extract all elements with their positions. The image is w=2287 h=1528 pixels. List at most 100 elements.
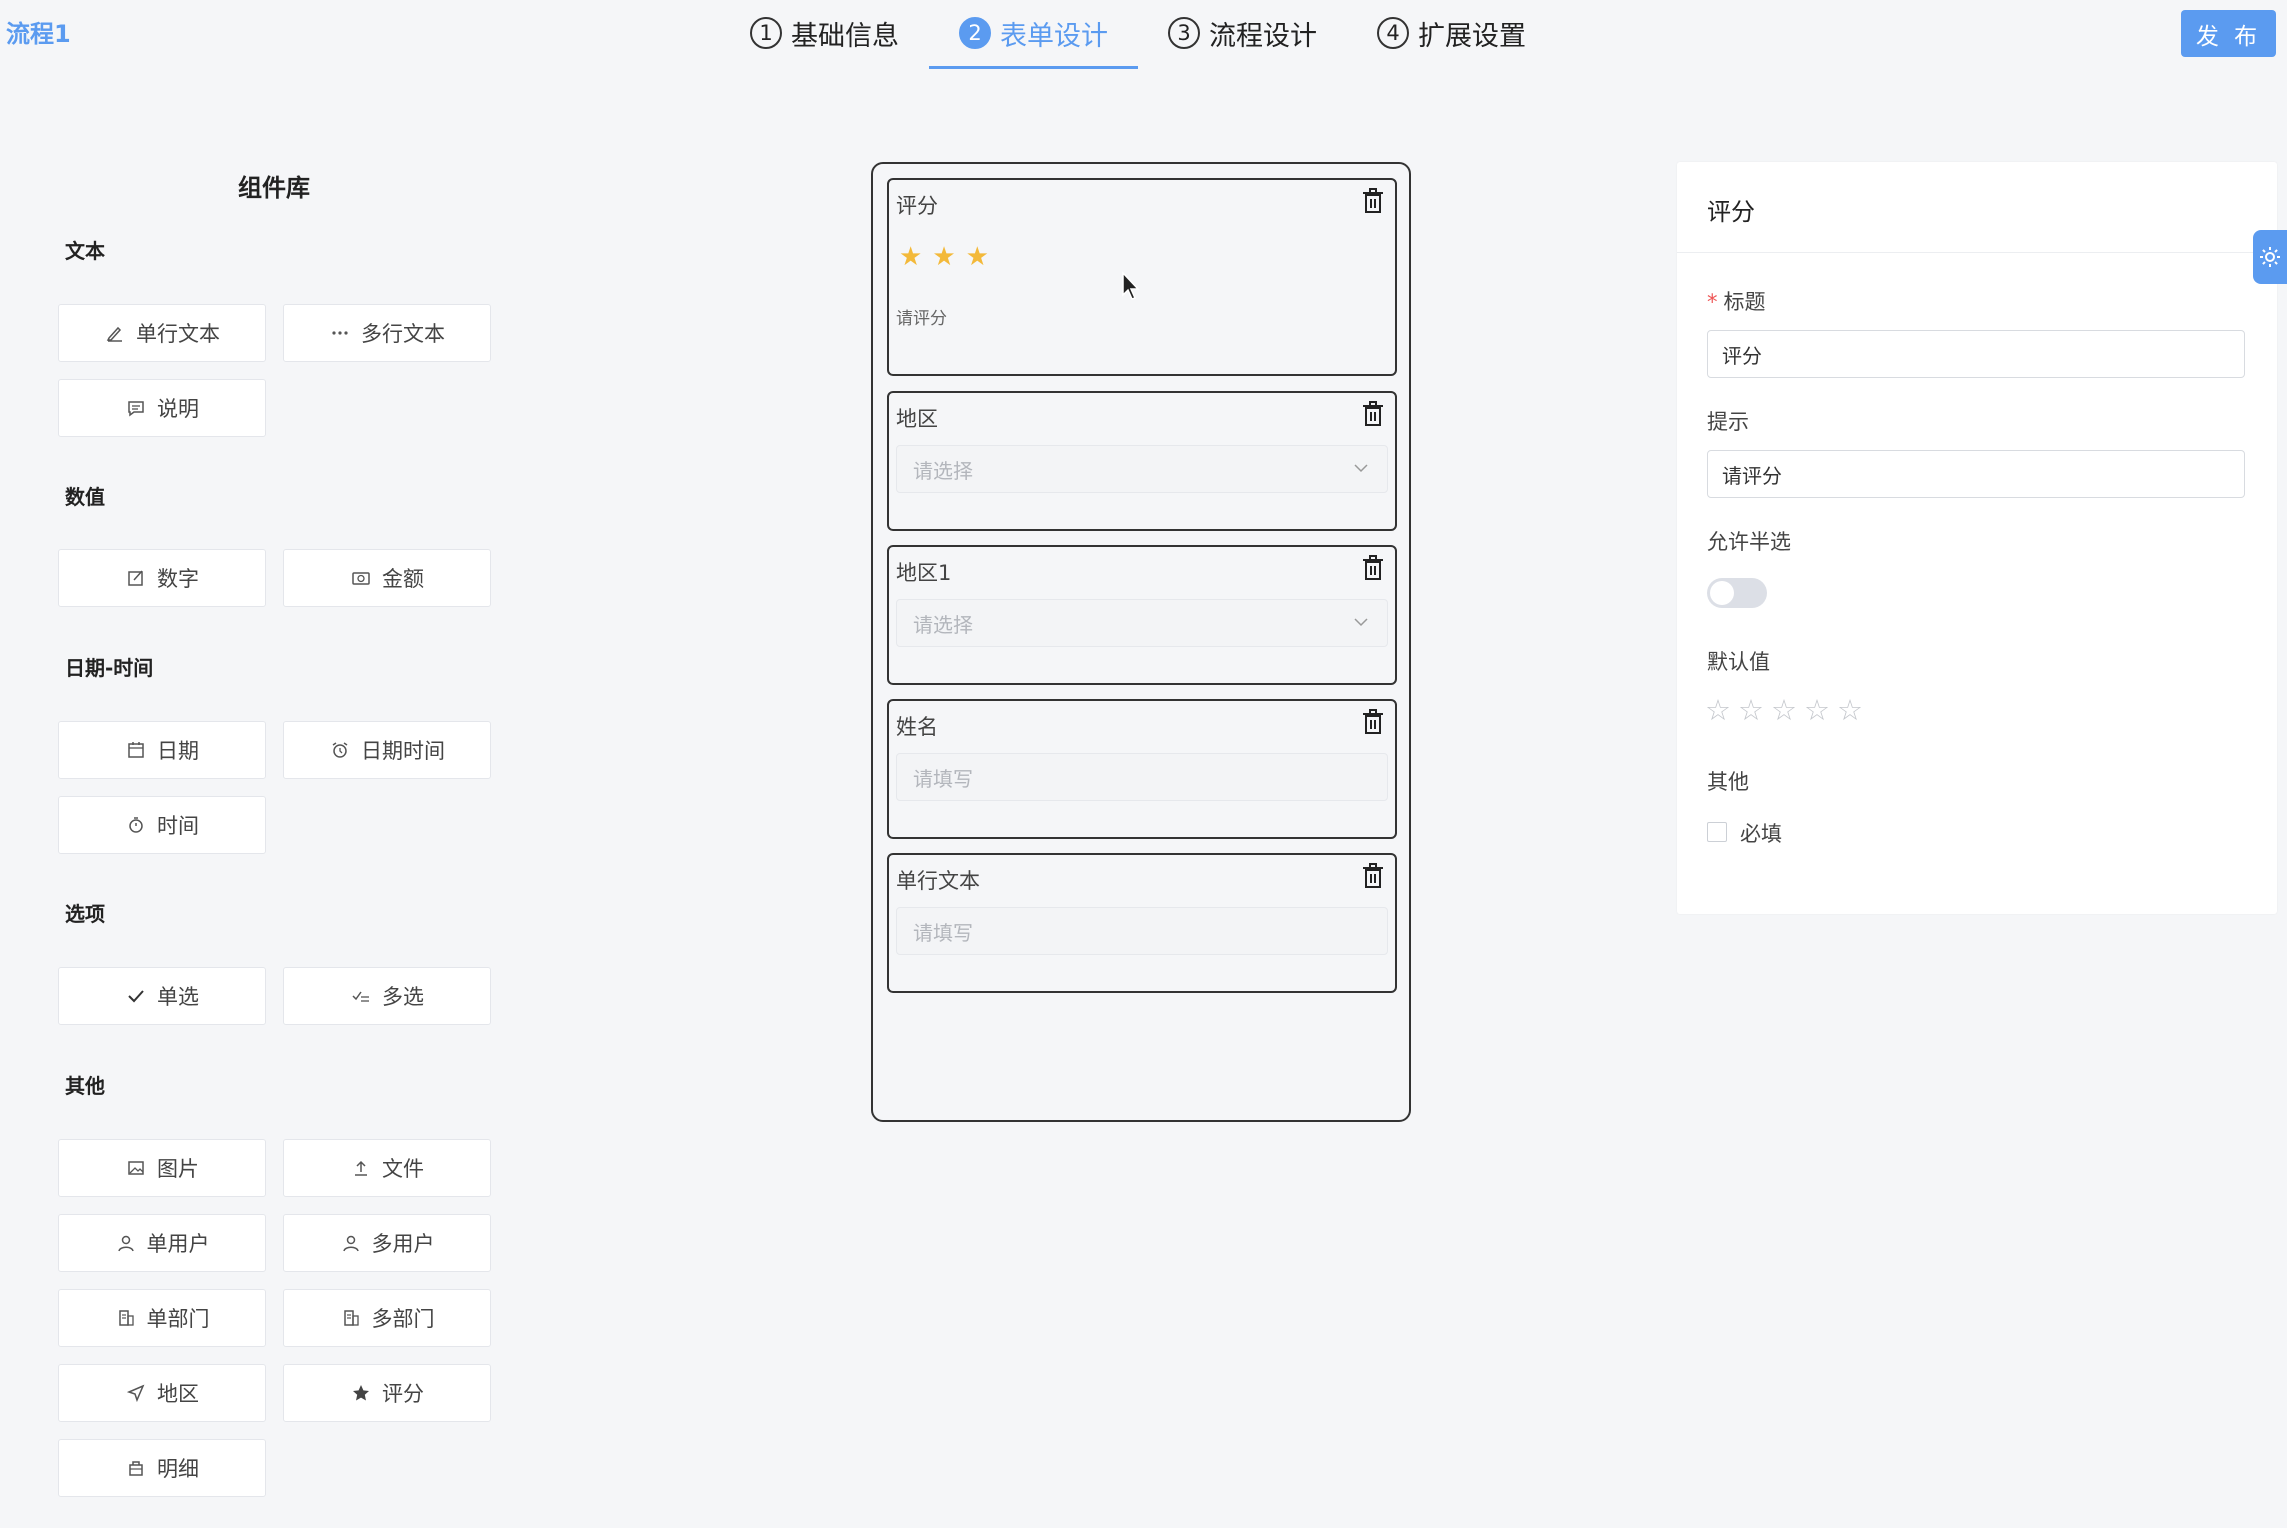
component-label: 多行文本 (361, 322, 445, 346)
library-title: 组件库 (238, 174, 310, 202)
form-field-single-line-text[interactable]: 单行文本 请填写 (887, 853, 1397, 993)
step-nav: 1 基础信息 2 表单设计 3 流程设计 4 扩展设置 (720, 0, 1556, 72)
field-hint: 请评分 (896, 309, 947, 329)
region1-select[interactable]: 请选择 (896, 599, 1388, 647)
single-line-text-input[interactable]: 请填写 (896, 907, 1388, 955)
component-multi-line-text[interactable]: 多行文本 (283, 304, 491, 362)
component-label: 明细 (157, 1457, 199, 1481)
component-label: 地区 (157, 1382, 199, 1406)
component-multi-user[interactable]: 多用户 (283, 1214, 491, 1272)
default-value-stars[interactable]: ☆ ☆ ☆ ☆ ☆ (1705, 696, 1870, 725)
component-multi-department[interactable]: 多部门 (283, 1289, 491, 1347)
component-description[interactable]: 说明 (58, 379, 266, 437)
panel-divider (1677, 252, 2277, 253)
section-label-text: 文本 (65, 239, 105, 263)
properties-panel: 评分 *标题 提示 允许半选 默认值 ☆☆☆☆☆ 其他 必填 (1677, 162, 2277, 914)
bag-icon (125, 1457, 147, 1479)
half-select-toggle[interactable] (1707, 578, 1767, 608)
region-select[interactable]: 请选择 (896, 445, 1388, 493)
title-field-input[interactable] (1707, 330, 2245, 378)
component-detail[interactable]: 明细 (58, 1439, 266, 1497)
star-icon (350, 1382, 372, 1404)
component-date[interactable]: 日期 (58, 721, 266, 779)
hint-field-input[interactable] (1707, 450, 2245, 498)
stopwatch-icon (125, 814, 147, 836)
mouse-cursor-icon (1122, 271, 1140, 300)
section-label-other: 其他 (65, 1074, 105, 1098)
component-region[interactable]: 地区 (58, 1364, 266, 1422)
required-checkbox[interactable] (1707, 822, 1727, 842)
form-field-name[interactable]: 姓名 请填写 (887, 699, 1397, 839)
component-label: 多部门 (371, 1307, 435, 1331)
title-field-label: * 标题 (1707, 286, 1766, 316)
header: 流程1 1 基础信息 2 表单设计 3 流程设计 4 扩展设置 发 布 (0, 0, 2287, 75)
field-label: 单行文本 (896, 869, 980, 893)
rate-star[interactable]: ★ (999, 244, 1022, 270)
publish-button[interactable]: 发 布 (2181, 10, 2276, 57)
component-rate[interactable]: 评分 (283, 1364, 491, 1422)
rate-star[interactable]: ★ (966, 244, 989, 270)
picture-icon (125, 1157, 147, 1179)
calendar-icon (125, 739, 147, 761)
trash-icon[interactable] (1361, 709, 1385, 735)
trash-icon[interactable] (1361, 863, 1385, 889)
upload-icon (350, 1157, 372, 1179)
other-label: 其他 (1707, 770, 1749, 794)
trash-icon[interactable] (1361, 555, 1385, 581)
default-star[interactable]: ☆ (1705, 696, 1731, 725)
default-star[interactable]: ☆ (1837, 696, 1863, 725)
component-label: 多选 (382, 985, 424, 1009)
rate-star[interactable]: ★ (1032, 244, 1055, 270)
step-extended-settings[interactable]: 4 扩展设置 (1347, 0, 1556, 66)
default-value-label: 默认值 (1707, 650, 1770, 674)
default-star[interactable]: ☆ (1738, 696, 1764, 725)
step-number: 3 (1168, 17, 1200, 49)
settings-tab[interactable] (2253, 230, 2287, 284)
comment-icon (125, 397, 147, 419)
form-field-region1[interactable]: 地区1 请选择 (887, 545, 1397, 685)
component-single-department[interactable]: 单部门 (58, 1289, 266, 1347)
component-single-user[interactable]: 单用户 (58, 1214, 266, 1272)
field-label: 地区1 (896, 561, 952, 585)
select-placeholder: 请选择 (913, 612, 973, 637)
form-field-region[interactable]: 地区 请选择 (887, 391, 1397, 531)
component-money[interactable]: 金额 (283, 549, 491, 607)
rate-star[interactable]: ★ (899, 244, 922, 270)
component-single-choice[interactable]: 单选 (58, 967, 266, 1025)
component-label: 日期时间 (361, 739, 445, 763)
chevron-down-icon (1354, 618, 1368, 627)
trash-icon[interactable] (1361, 188, 1385, 214)
step-flow-design[interactable]: 3 流程设计 (1138, 0, 1347, 66)
field-label: 评分 (896, 194, 938, 218)
component-label: 单选 (157, 985, 199, 1009)
required-asterisk: * (1707, 290, 1718, 314)
form-canvas[interactable]: 评分 ★ ★ ★ ★ ★ 请评分 地区 请选择 地区1 请选择 姓名 请填写 单行文本 (871, 162, 1411, 1122)
rate-stars[interactable]: ★ ★ ★ ★ ★ (899, 244, 1066, 270)
name-input[interactable]: 请填写 (896, 753, 1388, 801)
trash-icon[interactable] (1361, 401, 1385, 427)
component-datetime[interactable]: 日期时间 (283, 721, 491, 779)
component-single-line-text[interactable]: 单行文本 (58, 304, 266, 362)
component-file[interactable]: 文件 (283, 1139, 491, 1197)
step-label: 扩展设置 (1418, 20, 1526, 52)
section-label-datetime: 日期-时间 (65, 656, 154, 680)
input-placeholder: 请填写 (913, 920, 973, 945)
component-multi-choice[interactable]: 多选 (283, 967, 491, 1025)
step-form-design[interactable]: 2 表单设计 (929, 0, 1138, 69)
component-label: 单行文本 (136, 322, 220, 346)
component-label: 文件 (382, 1157, 424, 1181)
component-picture[interactable]: 图片 (58, 1139, 266, 1197)
step-basic-info[interactable]: 1 基础信息 (720, 0, 929, 66)
half-select-label: 允许半选 (1707, 530, 1791, 554)
component-label: 单部门 (146, 1307, 210, 1331)
rate-star[interactable]: ★ (932, 244, 955, 270)
money-icon (350, 567, 372, 589)
component-time[interactable]: 时间 (58, 796, 266, 854)
component-number[interactable]: 数字 (58, 549, 266, 607)
default-star[interactable]: ☆ (1804, 696, 1830, 725)
buildings-icon (340, 1307, 362, 1329)
user-icon (115, 1232, 137, 1254)
hint-field-label: 提示 (1707, 410, 1749, 434)
section-label-number: 数值 (65, 485, 105, 509)
default-star[interactable]: ☆ (1771, 696, 1797, 725)
